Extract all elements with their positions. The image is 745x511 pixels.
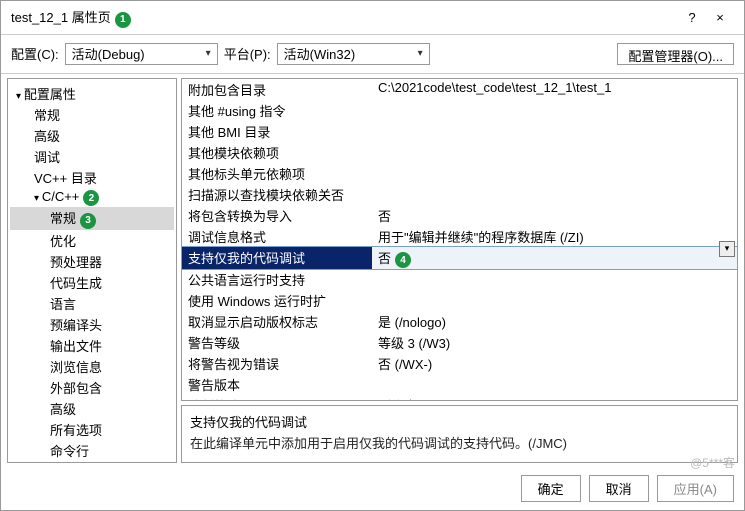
description-text: 在此编译单元中添加用于启用仅我的代码调试的支持代码。(/JMC) <box>190 433 729 452</box>
config-combo[interactable]: 活动(Debug) ▾ <box>65 43 218 65</box>
property-name: 其他标头单元依赖项 <box>182 163 372 184</box>
cancel-button[interactable]: 取消 <box>589 475 649 502</box>
tree-item[interactable]: 优化 <box>10 230 174 251</box>
tree-item[interactable]: 浏览信息 <box>10 356 174 377</box>
property-name: 将警告视为错误 <box>182 353 372 374</box>
tree-item[interactable]: 高级 <box>10 125 174 146</box>
tree-item[interactable]: 代码生成 <box>10 272 174 293</box>
platform-label: 平台(P): <box>224 44 271 63</box>
tree-item[interactable]: 常规3 <box>10 207 174 230</box>
property-row[interactable]: 其他 #using 指令 <box>182 100 737 121</box>
property-name: 其他模块依赖项 <box>182 142 372 163</box>
property-value[interactable] <box>372 290 737 311</box>
property-name: 调试信息格式 <box>182 226 372 247</box>
property-name: 警告版本 <box>182 374 372 395</box>
property-value[interactable] <box>372 142 737 163</box>
tree-item[interactable]: 预编译头 <box>10 314 174 335</box>
config-manager-button[interactable]: 配置管理器(O)... <box>617 43 734 65</box>
property-value[interactable]: 列信息 (/diagnostics:column) <box>372 395 737 401</box>
tree-item[interactable]: 所有选项 <box>10 419 174 440</box>
property-row[interactable]: 使用 Windows 运行时扩 <box>182 290 737 311</box>
annotation-badge-3: 3 <box>80 213 96 229</box>
property-value[interactable]: 否 <box>372 205 737 226</box>
property-name: 诊断格式 <box>182 395 372 401</box>
window-title: test_12_1 属性页1 <box>11 7 678 28</box>
property-row[interactable]: 取消显示启动版权标志是 (/nologo) <box>182 311 737 332</box>
tree-item[interactable]: VC++ 目录 <box>10 167 174 188</box>
property-name: 警告等级 <box>182 332 372 353</box>
property-name: 将包含转换为导入 <box>182 205 372 226</box>
main: 配置属性 常规高级调试VC++ 目录 C/C++2 常规3优化预处理器代码生成语… <box>7 78 738 464</box>
annotation-badge-2: 2 <box>83 190 99 206</box>
footer: 确定 取消 应用(A) <box>1 467 744 510</box>
tree-item[interactable]: 外部包含 <box>10 377 174 398</box>
property-row[interactable]: 其他模块依赖项 <box>182 142 737 163</box>
property-value[interactable] <box>372 121 737 142</box>
property-value[interactable]: 等级 3 (/W3) <box>372 332 737 353</box>
help-button[interactable]: ? <box>678 10 706 25</box>
property-value[interactable]: 是 (/nologo) <box>372 311 737 332</box>
property-row[interactable]: 其他标头单元依赖项 <box>182 163 737 184</box>
property-name: 公共语言运行时支持 <box>182 269 372 290</box>
chevron-down-icon: ▾ <box>418 48 423 59</box>
property-row[interactable]: 警告版本 <box>182 374 737 395</box>
property-name: 附加包含目录 <box>182 79 372 100</box>
description-heading: 支持仅我的代码调试 <box>190 412 729 431</box>
property-value[interactable]: C:\2021code\test_code\test_12_1\test_1 <box>372 79 737 100</box>
chevron-down-icon: ▾ <box>206 48 211 59</box>
nav-tree[interactable]: 配置属性 常规高级调试VC++ 目录 C/C++2 常规3优化预处理器代码生成语… <box>7 78 177 464</box>
config-label: 配置(C): <box>11 44 59 63</box>
property-value[interactable]: 否 (/WX-) <box>372 353 737 374</box>
property-row[interactable]: 将包含转换为导入否 <box>182 205 737 226</box>
property-row[interactable]: 附加包含目录C:\2021code\test_code\test_12_1\te… <box>182 79 737 100</box>
property-name: 扫描源以查找模块依赖关否 <box>182 184 372 205</box>
property-value[interactable] <box>372 184 737 205</box>
property-name: 其他 #using 指令 <box>182 100 372 121</box>
ok-button[interactable]: 确定 <box>521 475 581 502</box>
toolbar: 配置(C): 活动(Debug) ▾ 平台(P): 活动(Win32) ▾ 配置… <box>1 35 744 74</box>
apply-button[interactable]: 应用(A) <box>657 475 734 502</box>
property-row[interactable]: 调试信息格式用于"编辑并继续"的程序数据库 (/ZI) <box>182 226 737 247</box>
property-value[interactable] <box>372 163 737 184</box>
annotation-badge-1: 1 <box>115 12 131 28</box>
property-value[interactable] <box>372 269 737 290</box>
tree-item[interactable]: 高级 <box>10 398 174 419</box>
dropdown-button[interactable]: ▾ <box>719 241 735 257</box>
property-row[interactable]: 支持仅我的代码调试否4 <box>182 247 737 270</box>
property-row[interactable]: 将警告视为错误否 (/WX-) <box>182 353 737 374</box>
property-row[interactable]: 其他 BMI 目录 <box>182 121 737 142</box>
tree-item[interactable]: 链接器 <box>10 461 174 464</box>
platform-value: 活动(Win32) <box>284 44 414 63</box>
tree-item[interactable]: 命令行 <box>10 440 174 461</box>
config-value: 活动(Debug) <box>72 44 202 63</box>
tree-item[interactable]: 预处理器 <box>10 251 174 272</box>
property-name: 支持仅我的代码调试 <box>182 247 372 270</box>
right-pane: 附加包含目录C:\2021code\test_code\test_12_1\te… <box>181 78 738 464</box>
description-pane: 支持仅我的代码调试 在此编译单元中添加用于启用仅我的代码调试的支持代码。(/JM… <box>181 405 738 463</box>
property-value[interactable] <box>372 374 737 395</box>
tree-item[interactable]: 语言 <box>10 293 174 314</box>
tree-item[interactable]: 常规 <box>10 104 174 125</box>
property-value[interactable] <box>372 100 737 121</box>
property-row[interactable]: 公共语言运行时支持 <box>182 269 737 290</box>
property-name: 使用 Windows 运行时扩 <box>182 290 372 311</box>
tree-item[interactable]: 输出文件 <box>10 335 174 356</box>
property-row[interactable]: 扫描源以查找模块依赖关否 <box>182 184 737 205</box>
property-value[interactable]: 用于"编辑并继续"的程序数据库 (/ZI) <box>372 226 737 247</box>
property-name: 其他 BMI 目录 <box>182 121 372 142</box>
close-button[interactable]: × <box>706 10 734 25</box>
platform-combo[interactable]: 活动(Win32) ▾ <box>277 43 430 65</box>
property-name: 取消显示启动版权标志 <box>182 311 372 332</box>
annotation-badge-4: 4 <box>395 252 411 268</box>
titlebar: test_12_1 属性页1 ? × <box>1 1 744 35</box>
tree-cxx[interactable]: C/C++2 <box>10 188 174 208</box>
property-row[interactable]: 警告等级等级 3 (/W3) <box>182 332 737 353</box>
property-grid[interactable]: 附加包含目录C:\2021code\test_code\test_12_1\te… <box>181 78 738 402</box>
tree-root[interactable]: 配置属性 <box>10 83 174 104</box>
tree-item[interactable]: 调试 <box>10 146 174 167</box>
property-value[interactable]: 否4 <box>372 247 737 270</box>
property-row[interactable]: 诊断格式列信息 (/diagnostics:column) <box>182 395 737 401</box>
